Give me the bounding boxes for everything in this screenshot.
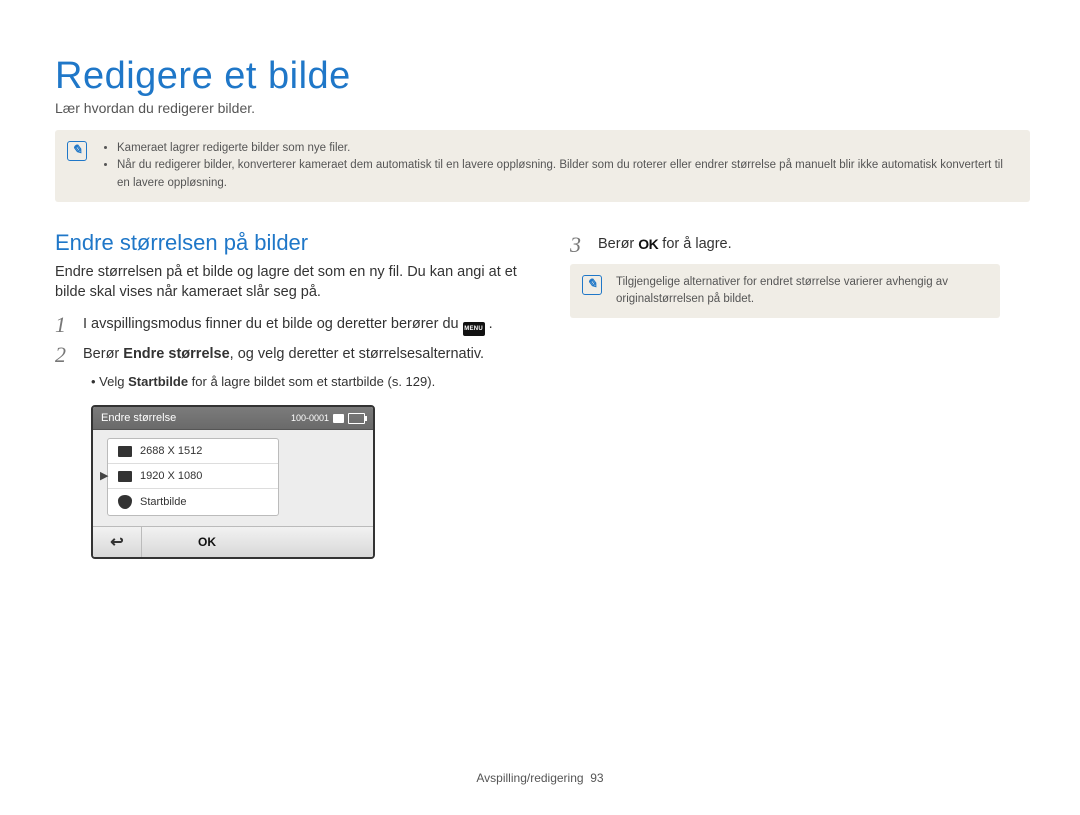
step-number: 2: [55, 344, 73, 366]
resize-option[interactable]: 2688 X 1512: [108, 439, 278, 464]
screen-header: Endre størrelse 100-0001: [93, 407, 373, 430]
screen-header-status: 100-0001: [291, 413, 365, 424]
step-3: 3 Berør OK for å lagre.: [570, 234, 1045, 256]
menu-icon: MENU: [463, 322, 485, 336]
right-column: 3 Berør OK for å lagre. ✎ Tilgjengelige …: [570, 224, 1045, 560]
page-title: Redigere et bilde: [55, 55, 1030, 98]
resize-option-label: 1920 X 1080: [140, 470, 202, 482]
screen-header-title: Endre størrelse: [101, 412, 176, 424]
step-text-bold: Endre størrelse: [123, 346, 229, 362]
resize-option[interactable]: ▶ 1920 X 1080: [108, 464, 278, 489]
step-2-sub-frag: Velg: [99, 374, 128, 389]
note-bullet: Når du redigerer bilder, konverterer kam…: [117, 157, 1018, 192]
note-box-right: ✎ Tilgjengelige alternativer for endret …: [570, 264, 1000, 319]
footer-section: Avspilling/redigering: [476, 771, 583, 785]
note-bullet: Kameraet lagrer redigerte bilder som nye…: [117, 140, 1018, 157]
ok-button[interactable]: OK: [142, 527, 373, 557]
note-icon: ✎: [67, 141, 87, 161]
step-1: 1 I avspillingsmodus finner du et bilde …: [55, 314, 530, 336]
step-2-sub-frag: for å lagre bildet som et startbilde (s.…: [188, 374, 435, 389]
screen-footer: ↩ OK: [93, 526, 373, 557]
resolution-icon: [118, 446, 132, 457]
step-2-sub: Velg Startbilde for å lagre bildet som e…: [91, 374, 530, 389]
step-text: I avspillingsmodus finner du et bilde og…: [83, 314, 493, 336]
note-icon: ✎: [582, 275, 602, 295]
step-text-fragment: , og velg deretter et størrelsesalternat…: [230, 346, 484, 362]
screen-body: 2688 X 1512 ▶ 1920 X 1080 Startbilde: [93, 430, 373, 526]
step-number: 3: [570, 234, 588, 256]
screen-counter: 100-0001: [291, 413, 329, 423]
resize-option-label: 2688 X 1512: [140, 445, 202, 457]
resize-option[interactable]: Startbilde: [108, 489, 278, 515]
note-list: Kameraet lagrer redigerte bilder som nye…: [101, 140, 1018, 192]
resize-option-list: 2688 X 1512 ▶ 1920 X 1080 Startbilde: [107, 438, 279, 516]
columns: Endre størrelsen på bilder Endre størrel…: [55, 224, 1030, 560]
back-button[interactable]: ↩: [93, 527, 142, 557]
memory-icon: [333, 414, 344, 423]
step-text: Berør Endre størrelse, og velg deretter …: [83, 344, 484, 366]
resolution-icon: [118, 471, 132, 482]
startup-image-icon: [118, 495, 132, 509]
step-2-sub-bold: Startbilde: [128, 374, 188, 389]
left-column: Endre størrelsen på bilder Endre størrel…: [55, 224, 530, 560]
step-2: 2 Berør Endre størrelse, og velg derette…: [55, 344, 530, 366]
selection-arrow-icon: ▶: [100, 469, 108, 482]
manual-page: Redigere et bilde Lær hvordan du rediger…: [0, 0, 1080, 815]
step-text-fragment: for å lagre.: [658, 236, 731, 252]
section-title: Endre størrelsen på bilder: [55, 230, 530, 256]
page-subtitle: Lær hvordan du redigerer bilder.: [55, 100, 1030, 116]
resize-option-label: Startbilde: [140, 496, 186, 508]
camera-screen: Endre størrelse 100-0001 2688 X 1512: [91, 405, 375, 559]
battery-icon: [348, 413, 365, 424]
step-text-fragment: Berør: [83, 346, 123, 362]
step-text-fragment: .: [485, 316, 493, 332]
ok-icon: OK: [638, 234, 658, 254]
step-text-fragment: I avspillingsmodus finner du et bilde og…: [83, 316, 463, 332]
section-desc: Endre størrelsen på et bilde og lagre de…: [55, 262, 530, 303]
note-text: Tilgjengelige alternativer for endret st…: [616, 274, 988, 309]
note-box-top: ✎ Kameraet lagrer redigerte bilder som n…: [55, 130, 1030, 202]
step-text: Berør OK for å lagre.: [598, 234, 732, 256]
step-number: 1: [55, 314, 73, 336]
footer-page-number: 93: [590, 771, 603, 785]
page-footer: Avspilling/redigering 93: [0, 771, 1080, 785]
step-text-fragment: Berør: [598, 236, 638, 252]
